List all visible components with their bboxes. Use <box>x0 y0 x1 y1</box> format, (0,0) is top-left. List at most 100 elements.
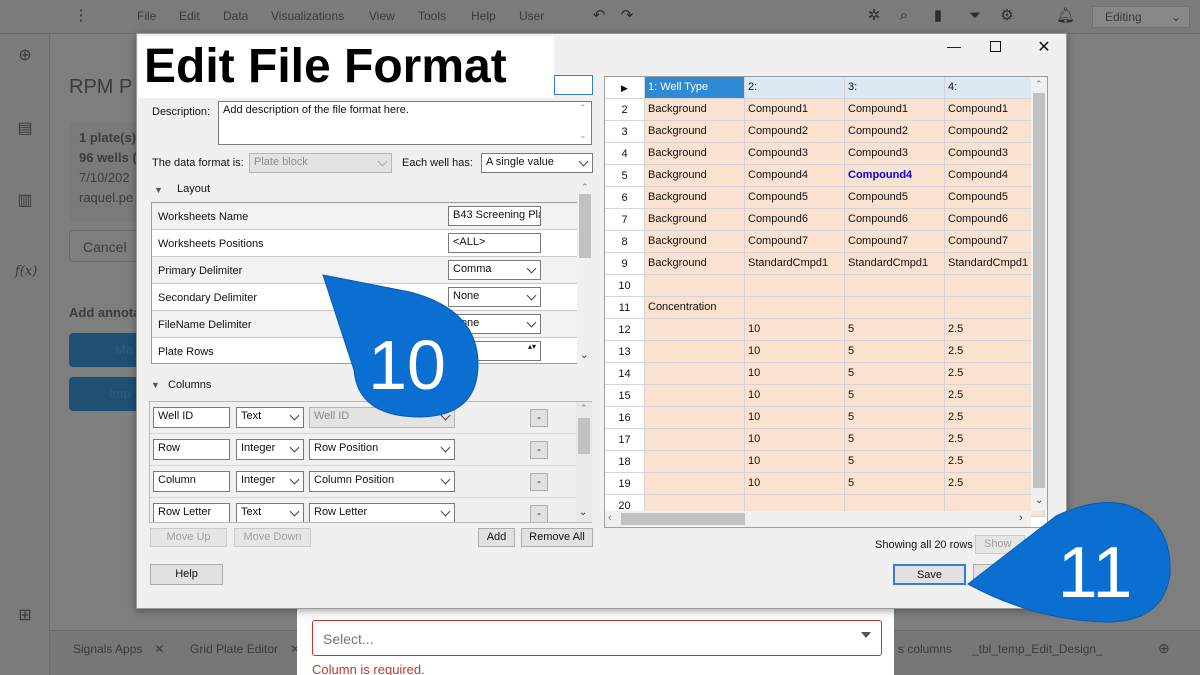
grid-cell[interactable]: 10 <box>745 451 845 473</box>
function-icon[interactable]: f(x) <box>15 262 37 282</box>
menu-visualizations[interactable]: Visualizations <box>271 9 344 23</box>
column-header[interactable]: 4: <box>945 77 1045 99</box>
maximize-icon[interactable] <box>990 41 1001 52</box>
scroll-left-icon[interactable]: ‹ <box>608 512 612 524</box>
scroll-down-icon[interactable]: ⌄ <box>579 130 587 141</box>
grid-cell[interactable]: Compound2 <box>845 121 945 143</box>
grid-cell[interactable]: 2.5 <box>945 363 1045 385</box>
mode-dropdown[interactable]: Editing ⌄ <box>1092 6 1190 28</box>
primary-bg-button[interactable]: Ma <box>69 333 139 367</box>
grid-cell[interactable]: Compound4 <box>945 165 1045 187</box>
scroll-thumb[interactable] <box>1033 93 1045 488</box>
grid-cell[interactable] <box>645 341 745 363</box>
layout-value-input[interactable]: B43 Screening Pla <box>448 206 541 226</box>
row-number[interactable]: 16 <box>605 407 645 429</box>
grid-cell[interactable]: 10 <box>745 429 845 451</box>
grid-cell[interactable]: Compound5 <box>745 187 845 209</box>
grid-cell[interactable]: 10 <box>745 407 845 429</box>
grid-cell[interactable]: Compound3 <box>745 143 845 165</box>
grid-vertical-scrollbar[interactable]: ⌃ ⌄ <box>1031 77 1047 511</box>
document-icon[interactable]: ▤ <box>15 119 35 139</box>
notifications-icon[interactable]: 🔔︎ <box>1056 7 1075 25</box>
collapse-layout-icon[interactable]: ▼ <box>154 185 163 195</box>
grid-cell[interactable]: Compound6 <box>845 209 945 231</box>
grid-cell[interactable] <box>645 385 745 407</box>
grid-cell[interactable]: 5 <box>845 429 945 451</box>
row-number[interactable]: 7 <box>605 209 645 231</box>
scroll-down-icon[interactable]: ⌄ <box>580 350 588 361</box>
grid-cell[interactable]: Compound2 <box>745 121 845 143</box>
grid-cell[interactable]: 5 <box>845 363 945 385</box>
data-format-select[interactable]: Plate block <box>249 153 392 173</box>
add-icon[interactable]: ⊕ <box>15 46 35 66</box>
row-number[interactable]: 9 <box>605 253 645 275</box>
remove-column-button[interactable]: - <box>530 505 548 522</box>
grid-cell[interactable]: 2.5 <box>945 407 1045 429</box>
remove-column-button[interactable]: - <box>530 441 548 459</box>
grid-cell[interactable]: Compound5 <box>845 187 945 209</box>
close-icon[interactable]: ✕ <box>154 642 164 656</box>
close-icon[interactable]: ✕ <box>1035 37 1053 57</box>
grid-cell[interactable]: StandardCmpd1 <box>845 253 945 275</box>
settings-icon[interactable]: ⚙ <box>998 7 1016 25</box>
tab-columns[interactable]: s columns <box>898 642 952 656</box>
grid-cell[interactable] <box>945 275 1045 297</box>
row-number[interactable]: 12 <box>605 319 645 341</box>
grid-cell[interactable]: 2.5 <box>945 473 1045 495</box>
row-number[interactable]: 14 <box>605 363 645 385</box>
grid-cell[interactable] <box>645 319 745 341</box>
move-up-button[interactable]: Move Up <box>150 528 227 547</box>
grid-cell[interactable]: 5 <box>845 473 945 495</box>
remove-column-button[interactable]: - <box>530 409 548 427</box>
layout-scrollbar[interactable]: ⌃ ⌄ <box>577 180 593 364</box>
row-number[interactable]: 3 <box>605 121 645 143</box>
grid-cell[interactable]: StandardCmpd1 <box>745 253 845 275</box>
column-name-input[interactable]: Row <box>153 439 230 460</box>
import-bg-button[interactable]: Imp <box>69 377 139 411</box>
grid-cell[interactable] <box>845 297 945 319</box>
gear-small-icon[interactable]: ✲ <box>865 7 883 25</box>
menu-help[interactable]: Help <box>471 9 496 23</box>
row-number[interactable]: 10 <box>605 275 645 297</box>
grid-cell[interactable]: 2.5 <box>945 385 1045 407</box>
remove-all-button[interactable]: Remove All <box>521 528 593 547</box>
grid-cell[interactable]: 10 <box>745 319 845 341</box>
row-number[interactable]: 11 <box>605 297 645 319</box>
format-name-input[interactable] <box>554 75 593 95</box>
save-button[interactable]: Save <box>893 564 966 585</box>
column-type-select[interactable]: Integer <box>236 471 304 492</box>
row-number[interactable]: 13 <box>605 341 645 363</box>
grid-cell[interactable]: StandardCmpd1 <box>945 253 1045 275</box>
column-name-input[interactable]: Column <box>153 471 230 492</box>
layout-value-input[interactable]: <ALL> <box>448 233 541 253</box>
grid-cell[interactable]: 5 <box>845 385 945 407</box>
row-number[interactable]: 4 <box>605 143 645 165</box>
grid-cell[interactable] <box>745 297 845 319</box>
scroll-thumb[interactable] <box>621 513 745 525</box>
column-header[interactable]: 1: Well Type <box>645 77 745 99</box>
row-number[interactable]: 18 <box>605 451 645 473</box>
redo-icon[interactable]: ↷ <box>618 7 636 25</box>
grid-cell[interactable]: Compound7 <box>945 231 1045 253</box>
column-header[interactable]: 3: <box>845 77 945 99</box>
tab-temp-edit-design[interactable]: _tbl_temp_Edit_Design_ <box>972 642 1103 656</box>
row-number[interactable]: 2 <box>605 99 645 121</box>
row-number[interactable]: 6 <box>605 187 645 209</box>
scroll-thumb[interactable] <box>578 418 590 454</box>
grid-cell[interactable]: 2.5 <box>945 341 1045 363</box>
collapse-columns-icon[interactable]: ▼ <box>151 380 160 390</box>
grid-cell[interactable]: 10 <box>745 385 845 407</box>
grid-cell[interactable]: Background <box>645 187 745 209</box>
minimize-icon[interactable]: — <box>944 38 964 58</box>
grid-cell[interactable] <box>645 275 745 297</box>
description-input[interactable]: Add description of the file format here. <box>218 101 592 145</box>
row-number[interactable]: 8 <box>605 231 645 253</box>
search-icon[interactable]: ⌕ <box>895 7 913 25</box>
column-select[interactable]: Select... <box>312 620 882 656</box>
grid-cell[interactable]: Compound7 <box>845 231 945 253</box>
grid-cell[interactable]: 2.5 <box>945 429 1045 451</box>
grid-cell[interactable]: Compound2 <box>945 121 1045 143</box>
column-mapping-select[interactable]: Row Position <box>309 439 455 460</box>
grid-cell[interactable]: Compound1 <box>945 99 1045 121</box>
grid-cell[interactable]: 5 <box>845 319 945 341</box>
